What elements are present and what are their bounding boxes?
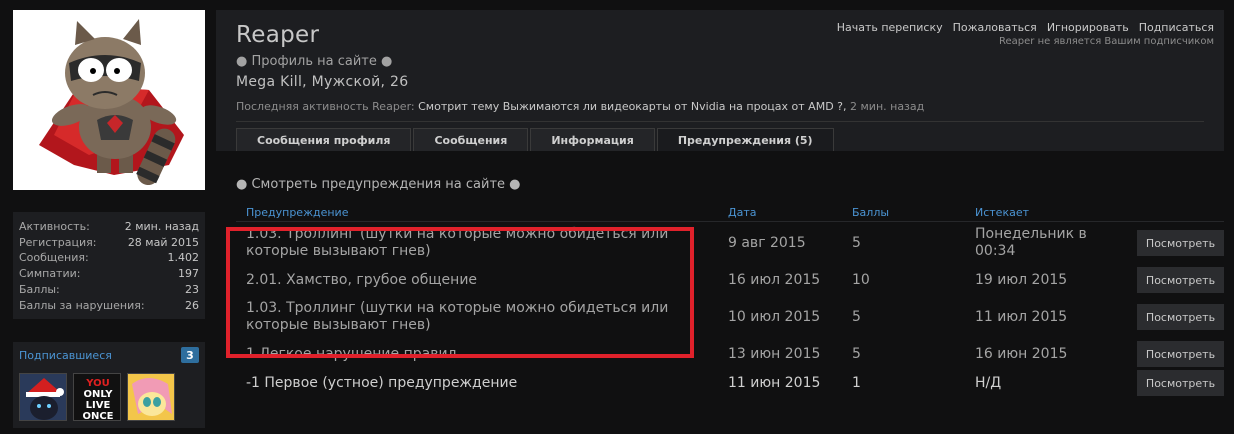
warning-points: 1 — [852, 374, 861, 391]
warning-points: 5 — [852, 345, 861, 362]
header-expires[interactable]: Истекает — [975, 206, 1127, 221]
activity-thread-link[interactable]: Смотрит тему Выжимаются ли видеокарты от… — [418, 100, 846, 113]
warning-title-link[interactable]: 2.01. Хамство, грубое общение — [236, 272, 728, 289]
followers-title-link[interactable]: Подписавшиеся — [19, 349, 112, 362]
stat-label: Сообщения: — [19, 251, 89, 265]
table-row: 1.03. Троллинг (шутки на которые можно о… — [236, 222, 1224, 264]
stat-label: Регистрация: — [19, 235, 97, 249]
header-date[interactable]: Дата — [728, 206, 852, 221]
stat-value: 1.402 — [167, 251, 200, 265]
activity-time: 2 мин. назад — [850, 100, 925, 113]
profile-meta: Mega Kill, Мужской, 26 — [236, 74, 409, 90]
warning-expires: Н/Д — [975, 374, 1002, 391]
follow-status-note: Reaper не является Вашим подписчиком — [999, 36, 1214, 47]
header-points[interactable]: Баллы — [852, 206, 975, 221]
warning-title-link[interactable]: -1 Первое (устное) предупреждение — [236, 375, 728, 392]
profile-tabs: Сообщения профиля Сообщения Информация П… — [236, 128, 834, 151]
followers-count-badge: 3 — [181, 347, 199, 364]
stat-registration: Регистрация: 28 май 2015 — [19, 235, 199, 251]
yolo-word: ONCE — [82, 411, 113, 421]
warning-expires: 16 июн 2015 — [975, 345, 1068, 362]
profile-avatar[interactable] — [13, 10, 205, 190]
yolo-word: LIVE — [86, 400, 111, 411]
warning-points: 5 — [852, 308, 861, 325]
stat-messages: Сообщения: 1.402 — [19, 250, 199, 266]
pony-character-image — [128, 374, 174, 421]
stat-label: Симпатии: — [19, 267, 81, 281]
header-warning[interactable]: Предупреждение — [236, 206, 728, 221]
raccoon-avatar-image — [39, 19, 184, 185]
stat-value: 26 — [185, 298, 199, 312]
warning-date: 11 июн 2015 — [728, 374, 821, 391]
warning-title-link[interactable]: 1.03. Троллинг (шутки на которые можно о… — [236, 226, 728, 260]
view-warning-button[interactable]: Посмотреть — [1137, 267, 1224, 293]
stat-value: 197 — [178, 267, 199, 281]
report-link[interactable]: Пожаловаться — [953, 21, 1037, 34]
stat-value: 28 май 2015 — [127, 235, 199, 249]
follower-avatar[interactable] — [19, 373, 67, 422]
santa-hat-character-image — [20, 374, 66, 421]
tab-messages[interactable]: Сообщения — [413, 128, 529, 151]
view-warning-button[interactable]: Посмотреть — [1137, 230, 1224, 256]
follow-link[interactable]: Подписаться — [1139, 21, 1214, 34]
tab-warnings[interactable]: Предупреждения (5) — [656, 128, 834, 151]
yolo-text-image: YOU ONLY LIVE ONCE — [74, 374, 120, 421]
user-stats-panel: Активность: 2 мин. назад Регистрация: 28… — [13, 212, 205, 320]
warning-expires: 19 июл 2015 — [975, 271, 1068, 288]
warning-title-link[interactable]: 1 Легкое нарушение правил — [236, 346, 728, 363]
table-row: 1 Легкое нарушение правил 13 июн 2015 5 … — [236, 338, 1224, 370]
warning-expires: 11 июл 2015 — [975, 308, 1068, 325]
stat-value: 23 — [185, 282, 199, 296]
table-row: 2.01. Хамство, грубое общение 16 июл 201… — [236, 264, 1224, 296]
tab-information[interactable]: Информация — [530, 128, 655, 151]
stat-label: Баллы: — [19, 282, 60, 296]
start-conversation-link[interactable]: Начать переписку — [837, 21, 943, 34]
profile-on-site-link[interactable]: ● Профиль на сайте ● — [236, 54, 1204, 69]
yolo-word: YOU — [85, 378, 110, 389]
warning-points: 5 — [852, 234, 861, 251]
follower-avatar[interactable] — [127, 373, 175, 422]
warning-date: 10 июл 2015 — [728, 308, 821, 325]
view-warning-button[interactable]: Посмотреть — [1137, 370, 1224, 396]
view-warnings-on-site-link[interactable]: ● Смотреть предупреждения на сайте ● — [236, 177, 1224, 192]
warning-date: 9 авг 2015 — [728, 234, 806, 251]
warnings-content: ● Смотреть предупреждения на сайте ● Пре… — [216, 151, 1224, 396]
ignore-link[interactable]: Игнорировать — [1047, 21, 1129, 34]
follower-avatar[interactable]: YOU ONLY LIVE ONCE — [73, 373, 121, 422]
warning-expires: Понедельник в 00:34 — [975, 226, 1087, 259]
stat-warning-points: Баллы за нарушения: 26 — [19, 298, 199, 314]
table-row: 1.03. Троллинг (шутки на которые можно о… — [236, 296, 1224, 338]
stat-label: Активность: — [19, 220, 90, 233]
view-warning-button[interactable]: Посмотреть — [1137, 304, 1224, 330]
warning-date: 13 июн 2015 — [728, 345, 821, 362]
yolo-word: ONLY — [84, 389, 114, 400]
profile-header: Reaper ● Профиль на сайте ● Mega Kill, М… — [216, 10, 1224, 151]
warning-points: 10 — [852, 271, 870, 288]
stat-likes: Симпатии: 197 — [19, 266, 199, 282]
stat-value: 2 мин. назад — [124, 220, 199, 233]
stat-activity: Активность: 2 мин. назад — [19, 219, 199, 235]
tab-profile-posts[interactable]: Сообщения профиля — [236, 128, 412, 151]
followers-panel: Подписавшиеся 3 YOU ONLY LIVE ONCE — [13, 342, 205, 429]
sidebar: Активность: 2 мин. назад Регистрация: 28… — [13, 10, 205, 429]
table-row: -1 Первое (устное) предупреждение 11 июн… — [236, 370, 1224, 396]
activity-prefix: Последняя активность Reaper: — [236, 100, 415, 113]
view-warning-button[interactable]: Посмотреть — [1137, 341, 1224, 367]
stat-label: Баллы за нарушения: — [19, 298, 145, 312]
stat-points: Баллы: 23 — [19, 282, 199, 298]
warning-title-link[interactable]: 1.03. Троллинг (шутки на которые можно о… — [236, 300, 728, 334]
warning-date: 16 июл 2015 — [728, 271, 821, 288]
profile-actions: Начать переписку Пожаловаться Игнорирова… — [837, 21, 1214, 47]
warnings-table: Предупреждение Дата Баллы Истекает 1.03.… — [226, 206, 1224, 396]
profile-main: Reaper ● Профиль на сайте ● Mega Kill, М… — [216, 10, 1224, 396]
last-activity: Последняя активность Reaper: Смотрит тем… — [236, 100, 1204, 122]
table-header: Предупреждение Дата Баллы Истекает — [236, 206, 1224, 222]
